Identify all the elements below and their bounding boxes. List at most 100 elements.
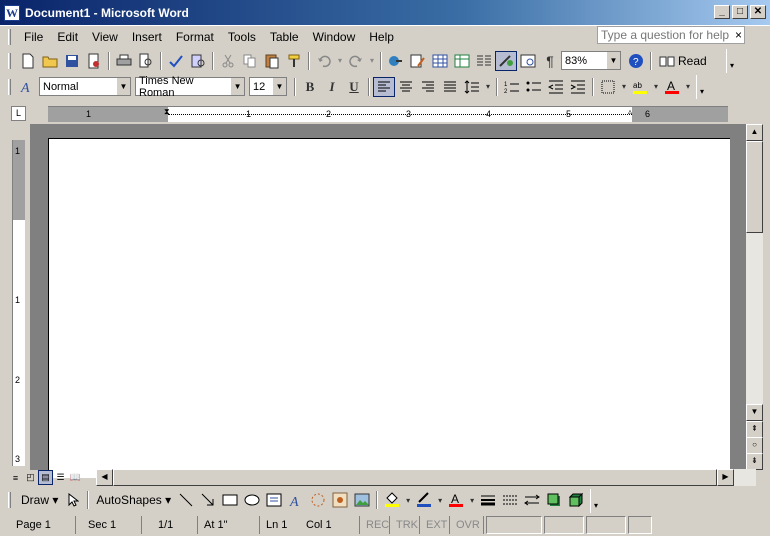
select-browse-object-icon[interactable]: ○: [746, 437, 763, 454]
show-hide-icon[interactable]: ¶: [539, 51, 561, 71]
scroll-up-icon[interactable]: ▲: [746, 124, 763, 141]
align-center-icon[interactable]: [395, 77, 417, 97]
tab-selector[interactable]: L: [11, 106, 26, 121]
zoom-dropdown-icon[interactable]: ▼: [607, 52, 620, 69]
tables-borders-icon[interactable]: [407, 51, 429, 71]
new-document-icon[interactable]: [17, 51, 39, 71]
menu-format[interactable]: Format: [169, 30, 221, 44]
minimize-button[interactable]: _: [714, 5, 730, 19]
status-ovr[interactable]: OVR: [450, 516, 484, 534]
numbering-icon[interactable]: 12: [501, 77, 523, 97]
autoshapes-menu-button[interactable]: AutoShapes ▾: [92, 493, 175, 507]
font-size-select[interactable]: 12 ▼: [249, 77, 287, 96]
fill-color-icon[interactable]: [381, 490, 403, 510]
undo-icon[interactable]: [313, 51, 335, 71]
toolbar-options-icon[interactable]: ▾: [590, 489, 601, 513]
status-ext[interactable]: EXT: [420, 516, 450, 534]
status-rec[interactable]: REC: [360, 516, 390, 534]
redo-icon[interactable]: [345, 51, 367, 71]
document-map-icon[interactable]: [517, 51, 539, 71]
open-folder-icon[interactable]: [39, 51, 61, 71]
menu-table[interactable]: Table: [263, 30, 306, 44]
toolbar-grip[interactable]: [8, 78, 11, 95]
save-icon[interactable]: [61, 51, 83, 71]
font-color-dropdown-icon[interactable]: ▾: [683, 77, 693, 97]
horizontal-ruler[interactable]: 1 ⧗ 1 2 3 4 5 ▵ 6: [48, 106, 728, 122]
font-dropdown-icon[interactable]: ▼: [231, 78, 244, 95]
menu-grip[interactable]: [8, 29, 11, 45]
draw-font-color-dropdown-icon[interactable]: ▾: [467, 490, 477, 510]
status-page[interactable]: Page 1: [0, 516, 76, 534]
format-painter-icon[interactable]: [283, 51, 305, 71]
underline-button[interactable]: U: [343, 77, 365, 97]
fill-color-dropdown-icon[interactable]: ▾: [403, 490, 413, 510]
word-app-icon[interactable]: W: [4, 4, 20, 21]
font-select[interactable]: Times New Roman ▼: [135, 75, 245, 99]
redo-dropdown-icon[interactable]: ▾: [367, 51, 377, 71]
close-button[interactable]: ✕: [750, 5, 766, 19]
hyperlink-icon[interactable]: [385, 51, 407, 71]
line-spacing-icon[interactable]: [461, 77, 483, 97]
read-button[interactable]: Read: [655, 54, 711, 68]
line-style-icon[interactable]: [477, 490, 499, 510]
draw-menu-button[interactable]: Draw ▾: [17, 493, 62, 507]
insert-table-icon[interactable]: [429, 51, 451, 71]
scroll-left-icon[interactable]: ◀: [96, 469, 113, 486]
arrow-icon[interactable]: [197, 490, 219, 510]
reading-layout-icon[interactable]: 📖: [68, 470, 83, 485]
diagram-icon[interactable]: [307, 490, 329, 510]
bullets-icon[interactable]: [523, 77, 545, 97]
right-indent-marker[interactable]: ▵: [628, 107, 636, 122]
scroll-right-icon[interactable]: ▶: [717, 469, 734, 486]
rectangle-icon[interactable]: [219, 490, 241, 510]
status-at[interactable]: At 1": [198, 516, 260, 534]
arrow-style-icon[interactable]: [521, 490, 543, 510]
toolbar-options-icon[interactable]: ▾: [726, 49, 737, 73]
outline-view-icon[interactable]: ☰: [53, 470, 68, 485]
toolbar-options-icon[interactable]: ▾: [696, 75, 707, 99]
menu-view[interactable]: View: [85, 30, 125, 44]
menu-window[interactable]: Window: [306, 30, 363, 44]
line-icon[interactable]: [175, 490, 197, 510]
menu-file[interactable]: File: [17, 30, 50, 44]
cut-icon[interactable]: [217, 51, 239, 71]
horizontal-scroll-thumb[interactable]: [113, 469, 717, 486]
italic-button[interactable]: I: [321, 77, 343, 97]
highlight-dropdown-icon[interactable]: ▾: [651, 77, 661, 97]
horizontal-scrollbar[interactable]: ◀ ▶: [96, 469, 756, 486]
scroll-down-icon[interactable]: ▼: [746, 404, 763, 421]
align-right-icon[interactable]: [417, 77, 439, 97]
highlight-icon[interactable]: ab: [629, 77, 651, 97]
menu-help[interactable]: Help: [362, 30, 401, 44]
permission-icon[interactable]: [83, 51, 105, 71]
clip-art-icon[interactable]: [329, 490, 351, 510]
toolbar-grip[interactable]: [8, 492, 11, 508]
status-page-count[interactable]: 1/1: [142, 516, 198, 534]
draw-font-color-icon[interactable]: A: [445, 490, 467, 510]
align-left-icon[interactable]: [373, 76, 395, 97]
shadow-style-icon[interactable]: [543, 490, 565, 510]
wordart-icon[interactable]: A: [285, 490, 307, 510]
menu-insert[interactable]: Insert: [125, 30, 169, 44]
menu-edit[interactable]: Edit: [50, 30, 85, 44]
help-search-input[interactable]: Type a question for help: [597, 26, 745, 44]
paste-icon[interactable]: [261, 51, 283, 71]
line-color-dropdown-icon[interactable]: ▾: [435, 490, 445, 510]
first-line-indent-marker[interactable]: ⧗: [164, 107, 172, 122]
status-column[interactable]: Col 1: [300, 516, 360, 534]
style-dropdown-icon[interactable]: ▼: [117, 78, 130, 95]
vertical-scrollbar[interactable]: ▲ ▼ ⇞ ○ ⇟: [746, 124, 763, 470]
undo-dropdown-icon[interactable]: ▾: [335, 51, 345, 71]
borders-dropdown-icon[interactable]: ▾: [619, 77, 629, 97]
select-objects-icon[interactable]: [62, 490, 84, 510]
increase-indent-icon[interactable]: [567, 77, 589, 97]
toolbar-grip[interactable]: [8, 52, 11, 69]
vertical-scroll-thumb[interactable]: [746, 141, 763, 233]
previous-page-icon[interactable]: ⇞: [746, 421, 763, 438]
web-layout-icon[interactable]: ◰: [23, 470, 38, 485]
text-box-icon[interactable]: [263, 490, 285, 510]
font-size-dropdown-icon[interactable]: ▼: [273, 78, 286, 95]
oval-icon[interactable]: [241, 490, 263, 510]
menu-tools[interactable]: Tools: [221, 30, 263, 44]
dash-style-icon[interactable]: [499, 490, 521, 510]
